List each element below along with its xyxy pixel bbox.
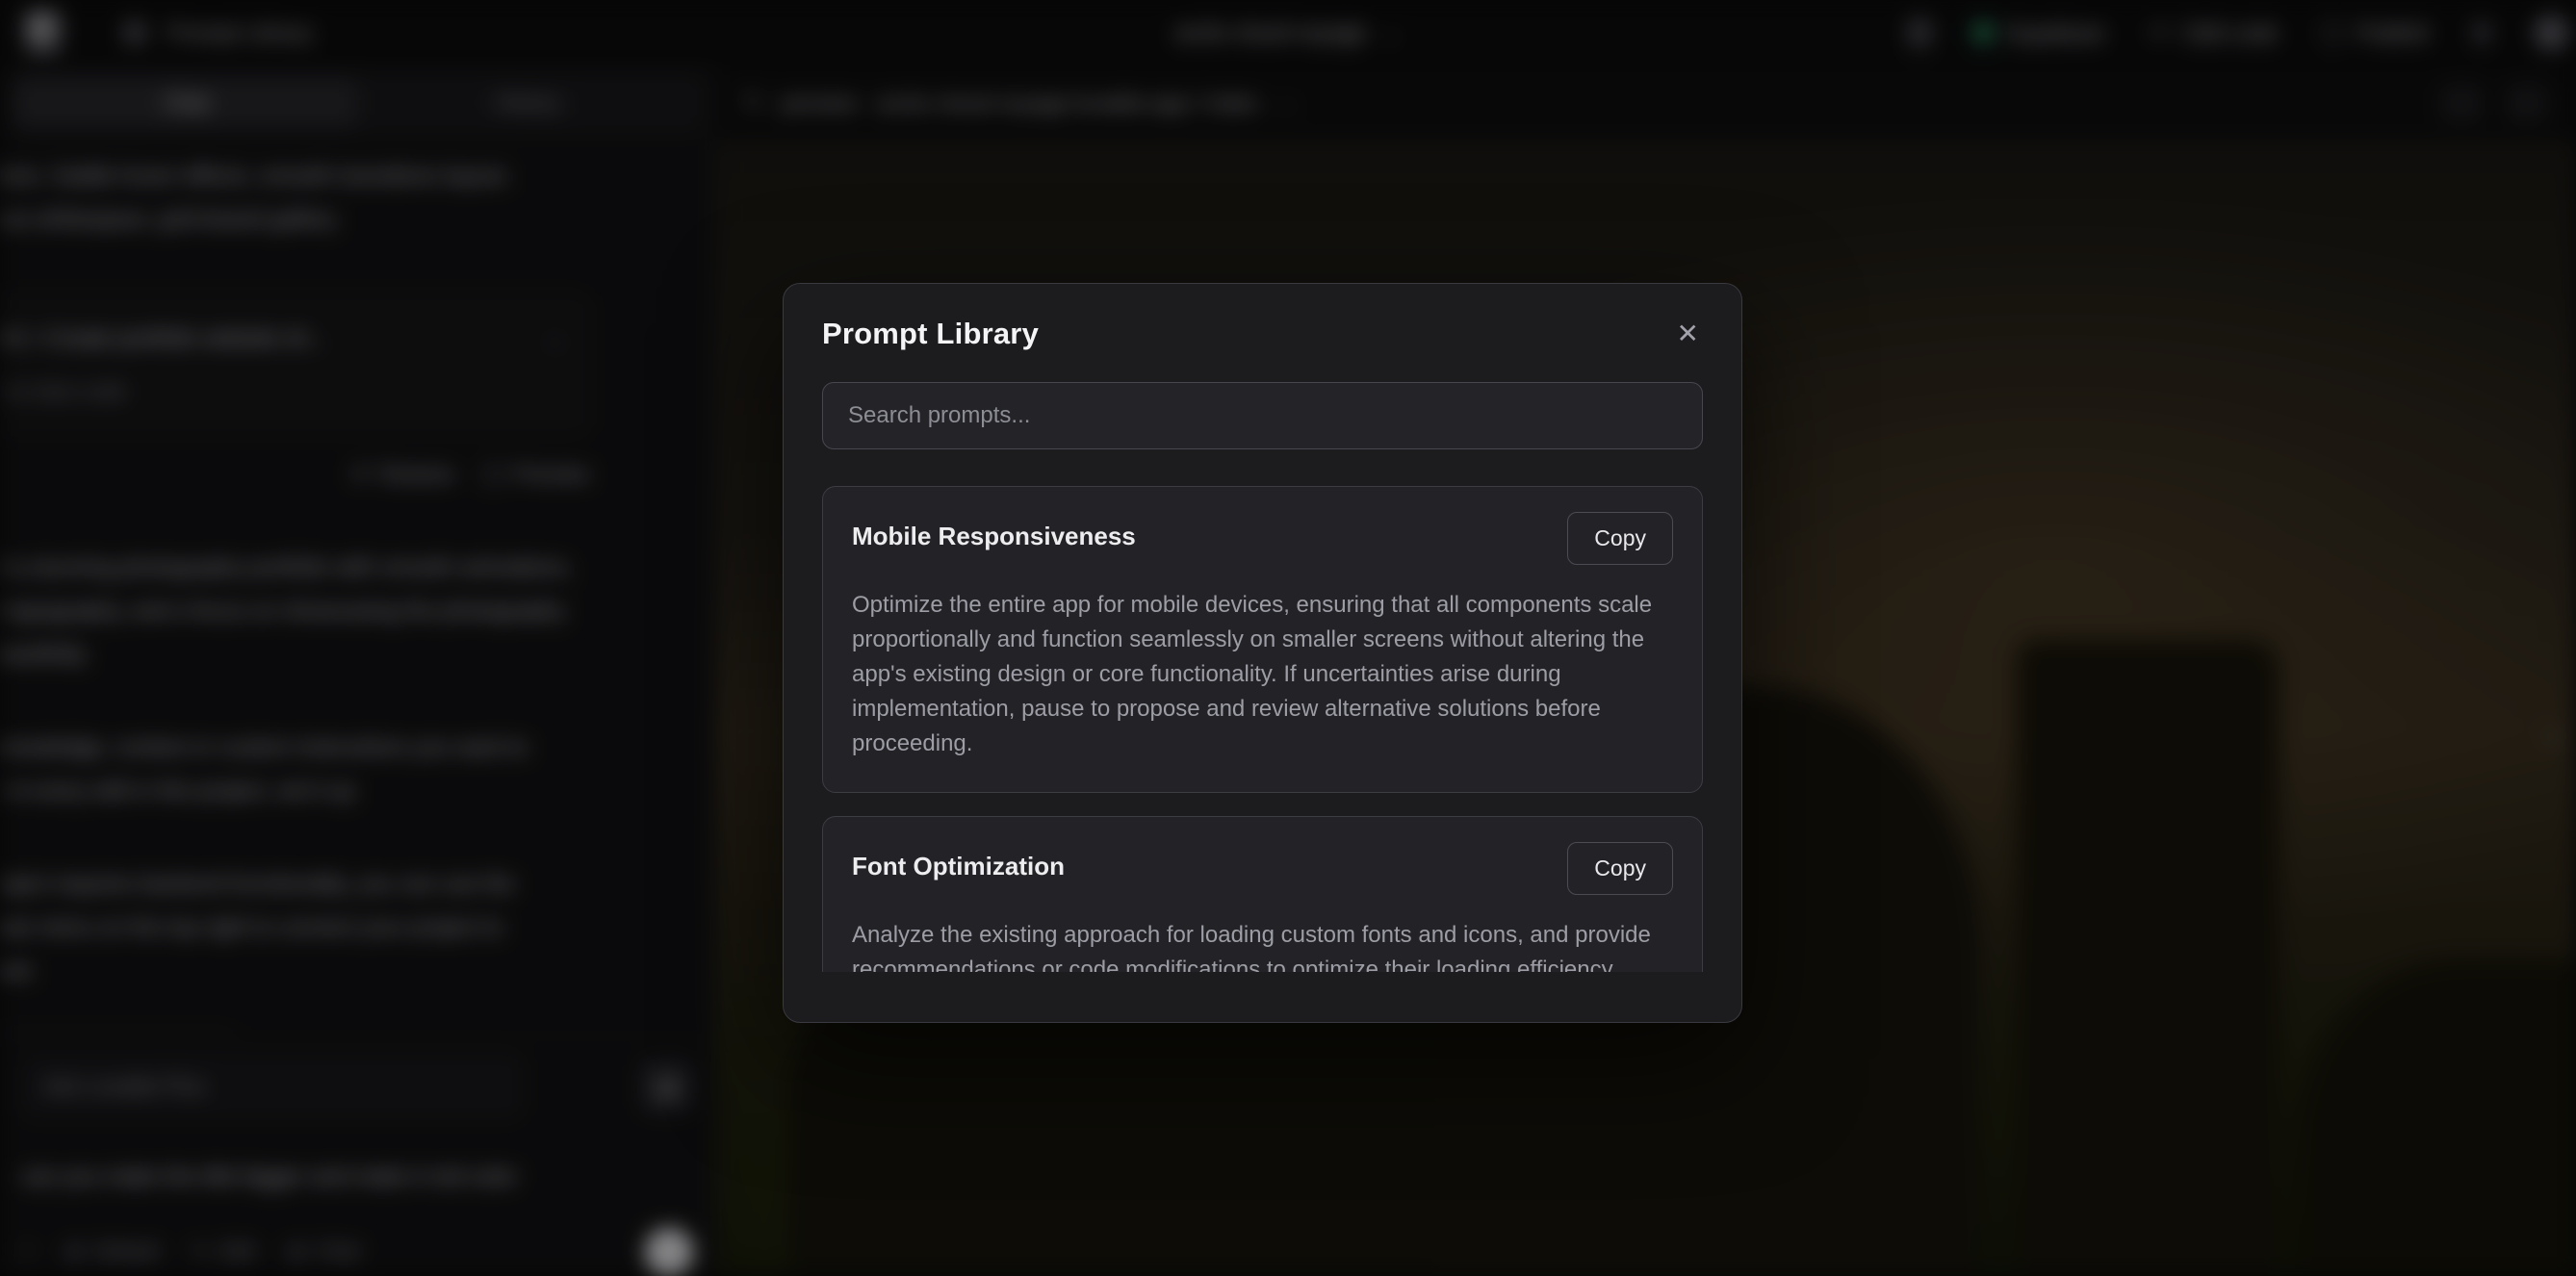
prompt-description: Analyze the existing approach for loadin… <box>852 918 1673 972</box>
close-icon[interactable]: ✕ <box>1673 317 1703 351</box>
prompt-title: Mobile Responsiveness <box>852 512 1136 551</box>
screen: Prompt Library arctic-cloud-voyage ⌄ Sup… <box>0 0 2576 1276</box>
prompt-title: Font Optimization <box>852 842 1065 881</box>
copy-button[interactable]: Copy <box>1567 512 1673 565</box>
prompt-card-mobile-responsiveness: Mobile Responsiveness Copy Optimize the … <box>822 486 1703 793</box>
prompt-list[interactable]: Mobile Responsiveness Copy Optimize the … <box>822 486 1703 972</box>
prompt-library-modal: Prompt Library ✕ Mobile Responsiveness C… <box>783 283 1742 1023</box>
copy-button[interactable]: Copy <box>1567 842 1673 895</box>
prompt-description: Optimize the entire app for mobile devic… <box>852 588 1673 761</box>
modal-title: Prompt Library <box>822 317 1039 351</box>
prompt-card-font-optimization: Font Optimization Copy Analyze the exist… <box>822 816 1703 972</box>
search-input[interactable] <box>822 382 1703 449</box>
